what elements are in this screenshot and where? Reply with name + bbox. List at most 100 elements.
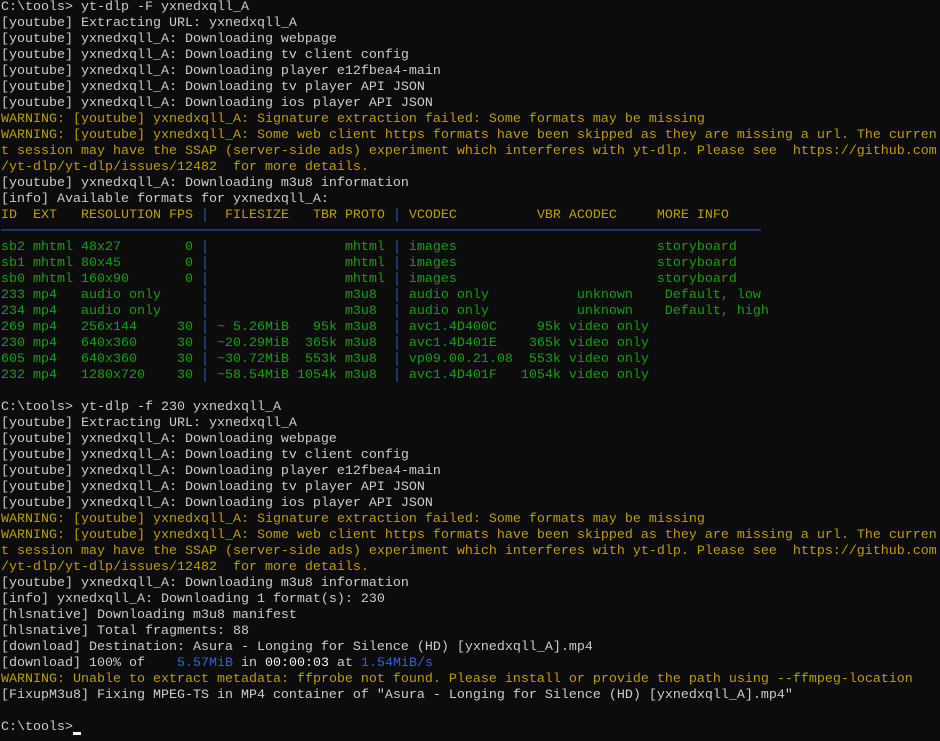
terminal-text: │ [392,336,401,351]
terminal-line: /yt-dlp/yt-dlp/issues/12482 for more det… [1,560,940,576]
terminal-text: │ [200,272,209,287]
terminal-text: 232 mp4 1280x720 30 [1,368,201,383]
terminal-text: [youtube] yxnedxqll_A: Downloading tv cl… [1,48,409,63]
terminal-line: [youtube] Extracting URL: yxnedxqll_A [1,16,940,32]
terminal-text: [youtube] yxnedxqll_A: Downloading webpa… [1,432,337,447]
terminal-text: │ [392,208,401,223]
terminal-line: WARNING: Unable to extract metadata: ffp… [1,672,940,688]
terminal-text: m3u8 [208,288,393,303]
terminal-line: 605 mp4 640x360 30 │ ~30.72MiB 553k m3u8… [1,352,940,368]
terminal-line: 233 mp4 audio only │ m3u8 │ audio only u… [1,288,940,304]
terminal-text: [hlsnative] Total fragments: 88 [1,624,249,639]
terminal-line: C:\tools> yt-dlp -F yxnedxqll_A [1,0,940,16]
terminal-text: 1.54MiB/s [360,656,433,671]
terminal-line: [hlsnative] Downloading m3u8 manifest [1,608,940,624]
terminal-line: C:\tools> yt-dlp -f 230 yxnedxqll_A [1,400,940,416]
terminal-text: [download] Destination: Asura - Longing … [1,640,593,655]
terminal-line: sb1 mhtml 80x45 0 │ mhtml │ images story… [1,256,940,272]
terminal-text: │ [200,352,209,367]
terminal-line: [youtube] yxnedxqll_A: Downloading m3u8 … [1,576,940,592]
terminal-text: [youtube] yxnedxqll_A: Downloading playe… [1,64,441,79]
terminal-text: [youtube] yxnedxqll_A: Downloading m3u8 … [1,176,409,191]
terminal-text: [info] Available formats for yxnedxqll_A… [1,192,329,207]
terminal-text: [youtube] yxnedxqll_A: Downloading webpa… [1,32,337,47]
terminal-line: sb0 mhtml 160x90 0 │ mhtml │ images stor… [1,272,940,288]
terminal-text: mhtml [208,240,393,255]
terminal-line: [hlsnative] Total fragments: 88 [1,624,940,640]
terminal-text: vp09.00.21.08 553k video only [400,352,649,367]
terminal-line: WARNING: [youtube] yxnedxqll_A: Some web… [1,528,940,544]
terminal-text: [download] 100% of [1,656,177,671]
terminal-text: sb1 mhtml 80x45 0 [1,256,201,271]
terminal-line: [download] Destination: Asura - Longing … [1,640,940,656]
terminal-text: 5.57MiB [176,656,233,671]
terminal-line: 230 mp4 640x360 30 │ ~20.29MiB 365k m3u8… [1,336,940,352]
terminal-text: │ [392,320,401,335]
terminal-window[interactable]: C:\tools> yt-dlp -F yxnedxqll_A [youtube]… [0,0,940,741]
terminal-text: │ [392,256,401,271]
terminal-line: [info] yxnedxqll_A: Downloading 1 format… [1,592,940,608]
terminal-text: ────────────────────────────────────────… [1,224,761,239]
terminal-text: │ [392,240,401,255]
terminal-text: │ [392,368,401,383]
terminal-text: 00:00:03 [264,656,329,671]
terminal-text: │ [392,352,401,367]
terminal-text: /yt-dlp/yt-dlp/issues/12482 for more det… [1,560,369,575]
terminal-text: │ [392,272,401,287]
text-cursor [72,732,81,735]
terminal-text: avc1.4D400C 95k video only [400,320,649,335]
terminal-line: [youtube] yxnedxqll_A: Downloading tv pl… [1,480,940,496]
terminal-text: in [232,656,265,671]
terminal-text: ID EXT RESOLUTION FPS [1,208,201,223]
terminal-text: [youtube] Extracting URL: yxnedxqll_A [1,16,297,31]
terminal-line: [youtube] yxnedxqll_A: Downloading tv cl… [1,48,940,64]
terminal-text: avc1.4D401E 365k video only [400,336,649,351]
terminal-text: 234 mp4 audio only [1,304,201,319]
terminal-line: WARNING: [youtube] yxnedxqll_A: Some web… [1,128,940,144]
terminal-text: images storyboard [400,256,737,271]
terminal-line: [youtube] Extracting URL: yxnedxqll_A [1,416,940,432]
terminal-text: m3u8 [208,304,393,319]
terminal-line: [youtube] yxnedxqll_A: Downloading webpa… [1,432,940,448]
terminal-text: FILESIZE TBR PROTO [208,208,393,223]
terminal-text: [FixupM3u8] Fixing MPEG-TS in MP4 contai… [1,688,793,703]
terminal-text: ~ 5.26MiB 95k m3u8 [208,320,393,335]
terminal-text: sb0 mhtml 160x90 0 [1,272,201,287]
terminal-text: │ [200,288,209,303]
terminal-text: [youtube] yxnedxqll_A: Downloading tv pl… [1,480,425,495]
terminal-text: sb2 mhtml 48x27 0 [1,240,201,255]
terminal-line: t session may have the SSAP (server-side… [1,144,940,160]
terminal-text: WARNING: [1,672,65,687]
terminal-text: [youtube] yxnedxqll_A: Downloading tv cl… [1,448,409,463]
terminal-text: [youtube] yxnedxqll_A: Signature extract… [65,512,705,527]
terminal-text: [youtube] yxnedxqll_A: Downloading ios p… [1,496,433,511]
terminal-text: [hlsnative] Downloading m3u8 manifest [1,608,297,623]
terminal-text: images storyboard [400,240,737,255]
terminal-line: [youtube] yxnedxqll_A: Downloading m3u8 … [1,176,940,192]
terminal-text: │ [200,320,209,335]
terminal-text: [youtube] yxnedxqll_A: Downloading ios p… [1,96,433,111]
terminal-text: [youtube] yxnedxqll_A: Downloading playe… [1,464,441,479]
terminal-text: 230 mp4 640x360 30 [1,336,201,351]
terminal-text: │ [200,304,209,319]
terminal-text: t session may have the SSAP (server-side… [1,544,937,559]
terminal-text: │ [200,208,209,223]
terminal-line: [youtube] yxnedxqll_A: Downloading playe… [1,64,940,80]
terminal-line: [download] 100% of 5.57MiB in 00:00:03 a… [1,656,940,672]
terminal-text: audio only unknown Default, high [400,304,769,319]
terminal-line: /yt-dlp/yt-dlp/issues/12482 for more det… [1,160,940,176]
terminal-line: 234 mp4 audio only │ m3u8 │ audio only u… [1,304,940,320]
terminal-line: sb2 mhtml 48x27 0 │ mhtml │ images story… [1,240,940,256]
terminal-text: [youtube] Extracting URL: yxnedxqll_A [1,416,297,431]
terminal-line: [info] Available formats for yxnedxqll_A… [1,192,940,208]
terminal-line: [youtube] yxnedxqll_A: Downloading tv cl… [1,448,940,464]
terminal-text: C:\tools> yt-dlp -F yxnedxqll_A [1,0,249,15]
terminal-text: 233 mp4 audio only [1,288,201,303]
terminal-text: [youtube] yxnedxqll_A: Some web client h… [65,528,937,543]
terminal-text: C:\tools> yt-dlp -f 230 yxnedxqll_A [1,400,281,415]
terminal-text: VCODEC VBR ACODEC MORE INFO [400,208,729,223]
terminal-text: [youtube] yxnedxqll_A: Signature extract… [65,112,705,127]
terminal-text: ~58.54MiB 1054k m3u8 [208,368,393,383]
